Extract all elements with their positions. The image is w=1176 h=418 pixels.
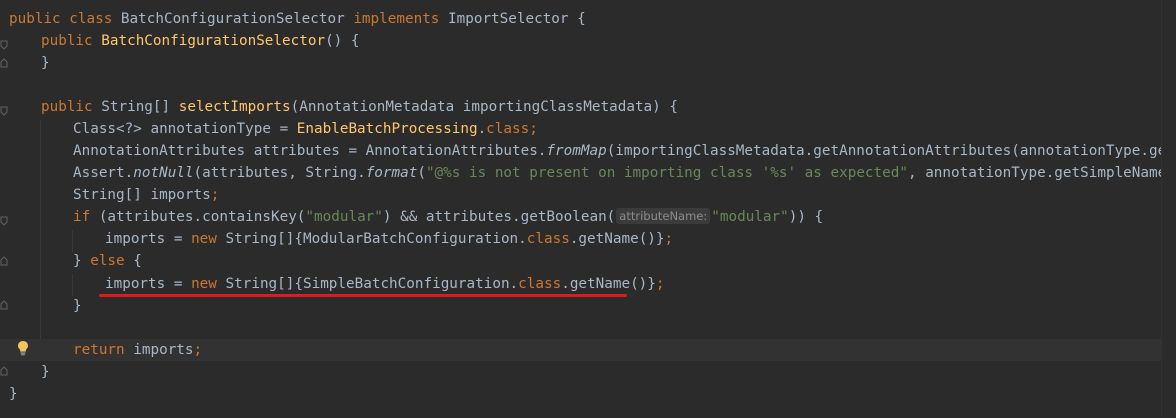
fold-marker-icon[interactable] — [0, 40, 8, 50]
code-line[interactable]: Assert.notNull(attributes, String.format… — [73, 162, 1176, 184]
code-line[interactable]: if (attributes.containsKey("modular") &&… — [73, 206, 823, 228]
keyword: class — [526, 231, 570, 247]
code-text: .getName()} — [561, 276, 656, 292]
indent-guide — [72, 230, 73, 252]
code-text: )) { — [788, 209, 824, 225]
code-text: ( — [417, 165, 426, 181]
code-text: (attributes.containsKey( — [98, 209, 306, 225]
keyword: implements — [353, 11, 449, 27]
static-method: notNull — [133, 165, 194, 181]
static-method: format — [365, 165, 418, 181]
type-name: ImportSelector { — [448, 11, 586, 27]
code-text: Class<?> annotationType = — [73, 121, 297, 137]
code-line[interactable]: AnnotationAttributes attributes = Annota… — [73, 140, 1176, 162]
method-name: BatchConfigurationSelector — [101, 33, 326, 49]
string-literal: "modular" — [711, 209, 789, 225]
semicolon: ; — [529, 121, 538, 137]
code-text: } — [73, 253, 91, 269]
code-text: (AnnotationMetadata importingClassMetada… — [290, 99, 678, 115]
code-text: . — [477, 121, 487, 137]
code-text: { — [133, 253, 142, 269]
code-text: imports = — [105, 231, 192, 247]
fold-marker-icon[interactable] — [0, 300, 8, 310]
editor-scroll-edge[interactable] — [1161, 0, 1176, 418]
code-line[interactable]: public String[] selectImports(Annotation… — [41, 96, 678, 118]
code-text: String[] imports — [73, 187, 211, 203]
code-text: () { — [325, 33, 360, 49]
static-method: fromMap — [546, 143, 607, 159]
code-text: String[]{ModularBatchConfiguration. — [225, 231, 527, 247]
method-name: selectImports — [178, 99, 291, 115]
string-literal: "modular" — [305, 209, 383, 225]
string-literal: "@%s is not present on importing class '… — [425, 165, 908, 181]
code-text: ) && attributes.getBoolean( — [382, 209, 616, 225]
keyword: public — [9, 11, 70, 27]
code-text: (attributes, String. — [193, 165, 366, 181]
semicolon: ; — [193, 342, 203, 358]
red-underline-annotation — [99, 294, 627, 297]
parameter-hint: attributeName: — [616, 208, 711, 224]
code-line[interactable]: public BatchConfigurationSelector() { — [41, 30, 360, 52]
class-reference: EnableBatchProcessing — [296, 121, 478, 137]
code-line[interactable]: public class BatchConfigurationSelector … — [9, 8, 586, 30]
code-line[interactable]: } — [41, 361, 50, 383]
code-text: Assert. — [73, 165, 134, 181]
keyword: class — [486, 121, 530, 137]
code-text: .getName()} — [569, 231, 665, 247]
keyword: public — [41, 99, 102, 115]
keyword: return — [73, 342, 134, 358]
keyword: if — [73, 209, 99, 225]
fold-marker-icon[interactable] — [0, 216, 8, 226]
code-text: } — [41, 55, 50, 71]
semicolon: ; — [655, 276, 665, 292]
keyword: class — [518, 276, 562, 292]
code-text: imports = — [105, 276, 192, 292]
code-line[interactable]: } else { — [73, 250, 142, 272]
indent-guide — [40, 120, 41, 340]
code-editor[interactable]: public class BatchConfigurationSelector … — [0, 0, 1176, 418]
fold-marker-icon[interactable] — [0, 58, 8, 68]
keyword: new — [191, 276, 226, 292]
semicolon: ; — [664, 231, 674, 247]
fold-marker-icon[interactable] — [0, 106, 8, 116]
code-line-highlighted[interactable]: imports = new String[]{SimpleBatchConfig… — [105, 273, 665, 295]
code-text: } — [73, 298, 82, 314]
code-text: } — [41, 364, 50, 380]
indent-guide — [72, 274, 73, 296]
semicolon: ; — [210, 187, 220, 203]
code-line[interactable]: imports = new String[]{ModularBatchConfi… — [105, 228, 673, 250]
keyword: new — [191, 231, 226, 247]
keyword: else — [90, 253, 134, 269]
keyword: class — [69, 11, 121, 27]
class-name: BatchConfigurationSelector — [120, 11, 354, 27]
code-text: imports — [133, 342, 194, 358]
code-line[interactable]: String[] imports; — [73, 184, 219, 206]
code-text: } — [9, 386, 18, 402]
code-line-current[interactable]: return imports; — [0, 339, 1176, 361]
code-text: , annotationType.getSimpleName(), import — [907, 165, 1176, 181]
lightbulb-icon[interactable] — [16, 340, 30, 356]
code-line[interactable]: } — [73, 295, 82, 317]
type-name: String[] — [101, 99, 179, 115]
code-line[interactable]: } — [41, 52, 50, 74]
code-text: (importingClassMetadata.getAnnotationAtt… — [606, 143, 1176, 159]
fold-marker-icon[interactable] — [0, 366, 8, 376]
code-text: AnnotationAttributes attributes = Annota… — [73, 143, 547, 159]
code-text: String[]{SimpleBatchConfiguration. — [225, 276, 519, 292]
keyword: public — [41, 33, 102, 49]
code-line[interactable]: Class<?> annotationType = EnableBatchPro… — [73, 118, 538, 140]
fold-marker-icon[interactable] — [0, 256, 8, 266]
code-line[interactable]: } — [9, 383, 18, 405]
